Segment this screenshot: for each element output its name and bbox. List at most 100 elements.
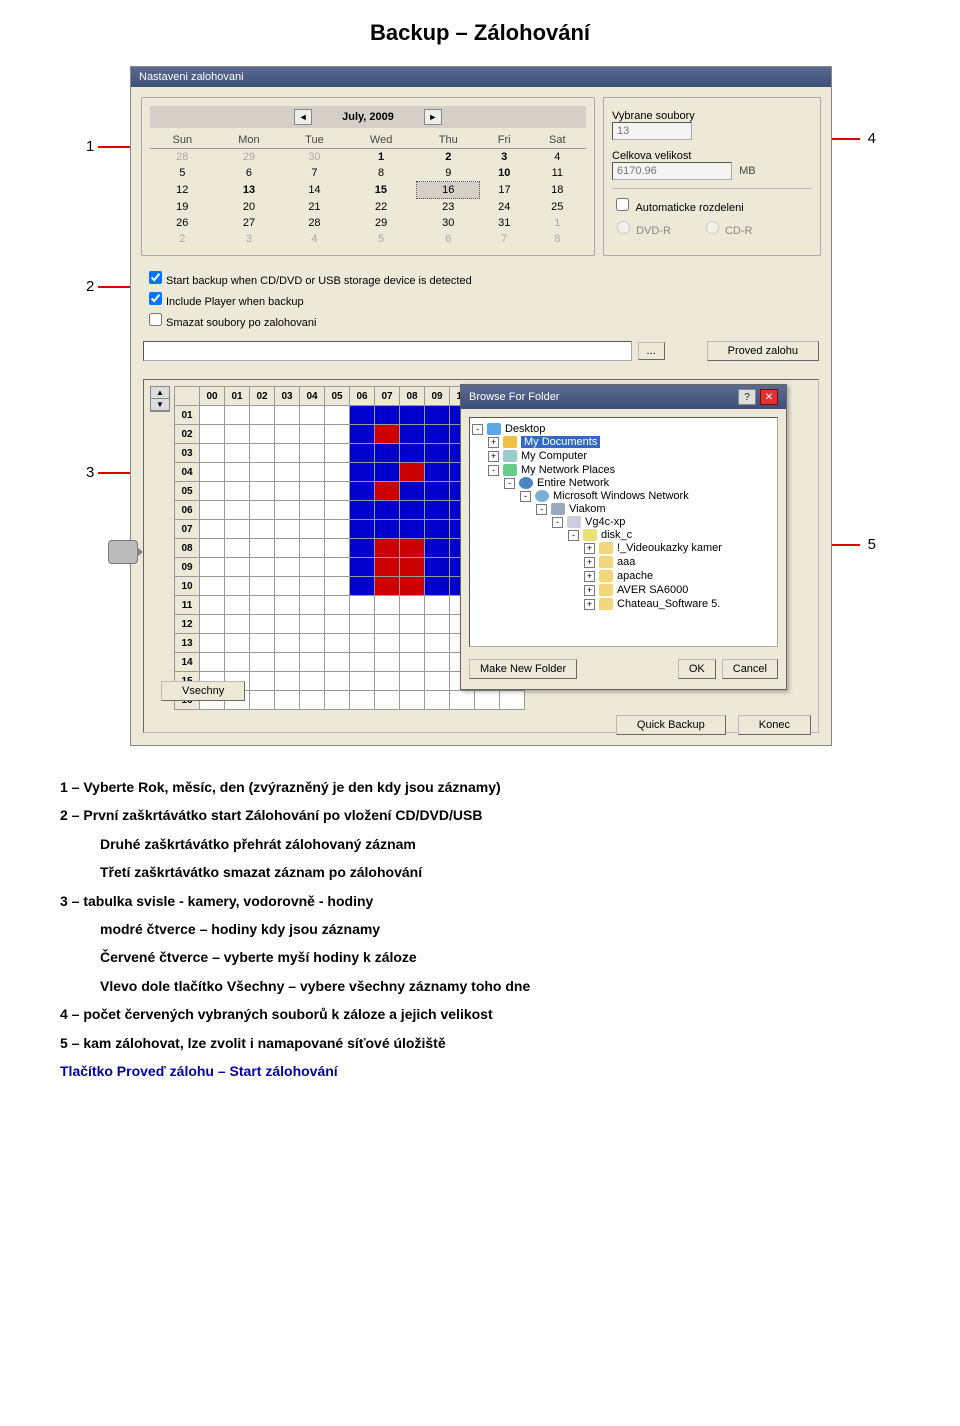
- grid-cell[interactable]: [250, 501, 275, 520]
- expander-icon[interactable]: -: [536, 504, 547, 515]
- grid-cell[interactable]: [250, 482, 275, 501]
- grid-cell[interactable]: [225, 558, 250, 577]
- grid-cell[interactable]: [200, 501, 225, 520]
- grid-cell[interactable]: [325, 634, 350, 653]
- calendar-next-button[interactable]: ►: [424, 109, 442, 125]
- grid-cell[interactable]: [300, 520, 325, 539]
- grid-cell[interactable]: [250, 615, 275, 634]
- grid-cell[interactable]: [350, 634, 375, 653]
- grid-cell[interactable]: [225, 501, 250, 520]
- expander-icon[interactable]: +: [488, 437, 499, 448]
- check-start-on-media[interactable]: Start backup when CD/DVD or USB storage …: [145, 268, 817, 287]
- grid-cell[interactable]: [225, 425, 250, 444]
- grid-cell[interactable]: [425, 577, 450, 596]
- grid-cell[interactable]: [375, 406, 400, 425]
- calendar-day-cell[interactable]: 14: [283, 182, 345, 199]
- tree-my-documents[interactable]: My Documents: [521, 436, 600, 448]
- grid-cell[interactable]: [325, 406, 350, 425]
- grid-cell[interactable]: [225, 577, 250, 596]
- calendar-day-cell[interactable]: 4: [283, 231, 345, 247]
- tree-folder[interactable]: Chateau_Software 5.: [617, 598, 720, 610]
- grid-cell[interactable]: [300, 482, 325, 501]
- calendar-table[interactable]: SunMonTueWedThuFriSat2829301234567891011…: [150, 132, 586, 247]
- autosplit-checkbox-label[interactable]: Automaticke rozdeleni: [612, 202, 744, 214]
- calendar-day-cell[interactable]: 2: [417, 149, 480, 166]
- grid-cell[interactable]: [325, 691, 350, 710]
- grid-cell[interactable]: [425, 520, 450, 539]
- calendar-day-cell[interactable]: 6: [417, 231, 480, 247]
- calendar-day-cell[interactable]: 20: [215, 199, 284, 216]
- grid-cell[interactable]: [350, 539, 375, 558]
- grid-cell[interactable]: [275, 444, 300, 463]
- grid-cell[interactable]: [300, 406, 325, 425]
- grid-cell[interactable]: [325, 520, 350, 539]
- grid-cell[interactable]: [225, 596, 250, 615]
- grid-cell[interactable]: [225, 615, 250, 634]
- grid-cell[interactable]: [450, 691, 475, 710]
- bff-help-button[interactable]: ?: [738, 389, 756, 405]
- grid-cell[interactable]: [200, 634, 225, 653]
- grid-cell[interactable]: [425, 463, 450, 482]
- grid-cell[interactable]: [425, 615, 450, 634]
- grid-cell[interactable]: [275, 691, 300, 710]
- grid-cell[interactable]: [375, 634, 400, 653]
- grid-cell[interactable]: [275, 615, 300, 634]
- expander-icon[interactable]: +: [584, 543, 595, 554]
- calendar-day-cell[interactable]: 9: [417, 165, 480, 182]
- grid-cell[interactable]: [250, 558, 275, 577]
- calendar-day-cell[interactable]: 3: [215, 231, 284, 247]
- grid-cell[interactable]: [275, 596, 300, 615]
- tree-my-computer[interactable]: My Computer: [521, 450, 587, 462]
- grid-cell[interactable]: [250, 444, 275, 463]
- calendar-day-cell[interactable]: 7: [283, 165, 345, 182]
- calendar-day-cell[interactable]: 4: [529, 149, 586, 166]
- grid-cell[interactable]: [350, 653, 375, 672]
- grid-cell[interactable]: [350, 596, 375, 615]
- calendar-day-cell[interactable]: 30: [283, 149, 345, 166]
- expander-icon[interactable]: -: [488, 465, 499, 476]
- tree-folder[interactable]: AVER SA6000: [617, 584, 688, 596]
- grid-cell[interactable]: [300, 501, 325, 520]
- expander-icon[interactable]: +: [584, 557, 595, 568]
- grid-cell[interactable]: [275, 653, 300, 672]
- grid-cell[interactable]: [425, 691, 450, 710]
- grid-cell[interactable]: [250, 672, 275, 691]
- grid-cell[interactable]: [200, 615, 225, 634]
- calendar-day-cell[interactable]: 17: [480, 182, 529, 199]
- select-all-button[interactable]: Vsechny: [161, 681, 245, 701]
- calendar-day-cell[interactable]: 23: [417, 199, 480, 216]
- grid-cell[interactable]: [325, 577, 350, 596]
- grid-cell[interactable]: [200, 406, 225, 425]
- grid-cell[interactable]: [200, 577, 225, 596]
- run-backup-button[interactable]: Proved zalohu: [707, 341, 819, 361]
- grid-cell[interactable]: [325, 425, 350, 444]
- grid-cell[interactable]: [400, 482, 425, 501]
- grid-cell[interactable]: [300, 444, 325, 463]
- expander-icon[interactable]: +: [488, 451, 499, 462]
- grid-cell[interactable]: [325, 653, 350, 672]
- browse-button[interactable]: ...: [638, 342, 665, 360]
- grid-cell[interactable]: [225, 539, 250, 558]
- backup-path-input[interactable]: [143, 341, 632, 361]
- calendar-day-cell[interactable]: 21: [283, 199, 345, 216]
- grid-cell[interactable]: [275, 482, 300, 501]
- calendar-day-cell[interactable]: 10: [480, 165, 529, 182]
- calendar-day-cell[interactable]: 16: [417, 182, 480, 199]
- grid-cell[interactable]: [200, 444, 225, 463]
- expander-icon[interactable]: +: [584, 585, 595, 596]
- expander-icon[interactable]: -: [552, 517, 563, 528]
- expander-icon[interactable]: -: [504, 478, 515, 489]
- quick-backup-button[interactable]: Quick Backup: [616, 715, 726, 735]
- grid-cell[interactable]: [350, 615, 375, 634]
- bff-ok-button[interactable]: OK: [678, 659, 716, 679]
- grid-cell[interactable]: [425, 425, 450, 444]
- calendar-day-cell[interactable]: 18: [529, 182, 586, 199]
- calendar-day-cell[interactable]: 28: [150, 149, 215, 166]
- grid-cell[interactable]: [400, 577, 425, 596]
- grid-cell[interactable]: [300, 463, 325, 482]
- grid-cell[interactable]: [300, 539, 325, 558]
- grid-cell[interactable]: [375, 615, 400, 634]
- grid-cell[interactable]: [325, 539, 350, 558]
- grid-cell[interactable]: [200, 463, 225, 482]
- grid-cell[interactable]: [275, 501, 300, 520]
